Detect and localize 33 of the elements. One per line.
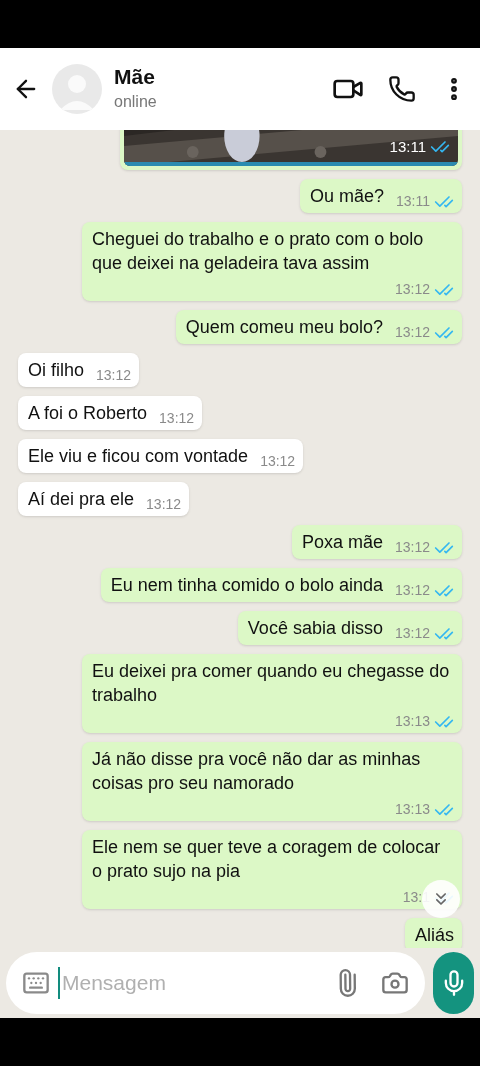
contact-status: online bbox=[114, 92, 158, 112]
message-time: 13:12 bbox=[394, 280, 430, 299]
message-time: 13:12 bbox=[260, 452, 296, 471]
message-time: 13:12 bbox=[394, 581, 430, 600]
message-time: 13:12 bbox=[394, 624, 430, 643]
message-time: 13:11 bbox=[396, 192, 430, 211]
message-time: 13:12 bbox=[96, 366, 132, 385]
message-text: Ele viu e ficou com vontade bbox=[28, 445, 249, 468]
message-time: 13:11 bbox=[389, 136, 426, 157]
message-time: 13:12 bbox=[146, 495, 182, 514]
message-text: A foi o Roberto bbox=[28, 402, 148, 425]
message-text: Eu nem tinha comido o bolo ainda bbox=[110, 574, 383, 597]
message-time: 13:13 bbox=[394, 712, 430, 731]
message-text: Poxa mãe bbox=[301, 531, 383, 554]
message-text: Ou mãe? bbox=[309, 185, 384, 208]
message-text: Eu deixei pra comer quando eu chegasse do trabalho bbox=[92, 660, 451, 707]
message-text: Aliás bbox=[415, 924, 454, 947]
image-message[interactable]: 13:11 bbox=[120, 130, 462, 170]
message-text: Ele nem se quer teve a coragem de colocar o prato sujo na pia bbox=[92, 836, 442, 883]
message-text: Oi filho bbox=[28, 359, 85, 382]
contact-name[interactable]: Mãe bbox=[114, 64, 332, 90]
message-time: 13:13 bbox=[394, 800, 430, 819]
phone-icon[interactable] bbox=[388, 75, 416, 103]
message-text: Já não disse pra você não dar as minhas coisas pro seu namorado bbox=[92, 748, 422, 795]
message-text: Aí dei pra ele bbox=[28, 488, 135, 511]
message-text: Quem comeu meu bolo? bbox=[185, 316, 383, 339]
message-field[interactable]: Mensagem bbox=[6, 952, 425, 1014]
message-time: 13:12 bbox=[159, 409, 195, 428]
message-time: 13:12 bbox=[394, 323, 430, 342]
message-text: Cheguei do trabalho e o prato com o bolo que deixei na geladeira tava assim bbox=[92, 228, 425, 275]
message-time: 13:12 bbox=[394, 538, 430, 557]
message-text: Você sabia disso bbox=[247, 617, 383, 640]
microphone-button[interactable] bbox=[433, 952, 474, 1014]
